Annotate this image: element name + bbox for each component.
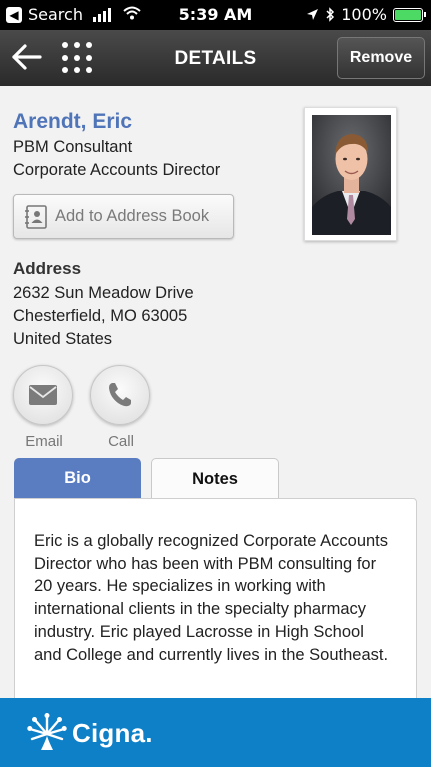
add-to-address-book-button[interactable]: Add to Address Book xyxy=(13,194,234,239)
contact-photo xyxy=(304,107,397,241)
battery-icon xyxy=(393,7,426,22)
call-label: Call xyxy=(108,433,134,450)
call-button[interactable] xyxy=(90,365,150,425)
status-bar: ◀ Search 5:39 AM 100% xyxy=(0,0,431,30)
contact-title: Corporate Accounts Director xyxy=(13,161,221,179)
tab-notes[interactable]: Notes xyxy=(151,458,279,498)
cigna-tree-logo-icon xyxy=(27,713,67,750)
address-line-2: Chesterfield, MO 63005 xyxy=(13,307,188,325)
email-action[interactable]: Email xyxy=(13,365,75,450)
nav-bar: DETAILS Remove xyxy=(0,30,431,86)
address-line-3: United States xyxy=(13,330,113,348)
bio-text: Eric is a globally recognized Corporate … xyxy=(34,532,389,664)
contact-name: Arendt, Eric xyxy=(13,110,133,133)
phone-icon xyxy=(109,383,131,407)
portrait-image xyxy=(312,115,391,235)
battery-percent: 100% xyxy=(341,5,387,24)
remove-button[interactable]: Remove xyxy=(337,37,425,79)
email-button[interactable] xyxy=(13,365,73,425)
envelope-icon xyxy=(29,385,57,405)
address-line-1: 2632 Sun Meadow Drive xyxy=(13,284,194,302)
tab-bio[interactable]: Bio xyxy=(14,458,141,498)
status-right: 100% xyxy=(306,5,426,24)
email-label: Email xyxy=(25,433,63,450)
call-action[interactable]: Call xyxy=(90,365,152,450)
bluetooth-icon xyxy=(326,7,335,22)
cigna-wordmark: Cigna. xyxy=(72,718,153,748)
contact-role: PBM Consultant xyxy=(13,138,133,156)
address-book-icon xyxy=(25,204,47,229)
location-arrow-icon xyxy=(307,9,319,20)
footer-brand-bar: Cigna. xyxy=(0,698,431,767)
add-to-address-book-label: Add to Address Book xyxy=(55,207,210,225)
address-heading: Address xyxy=(13,259,82,278)
